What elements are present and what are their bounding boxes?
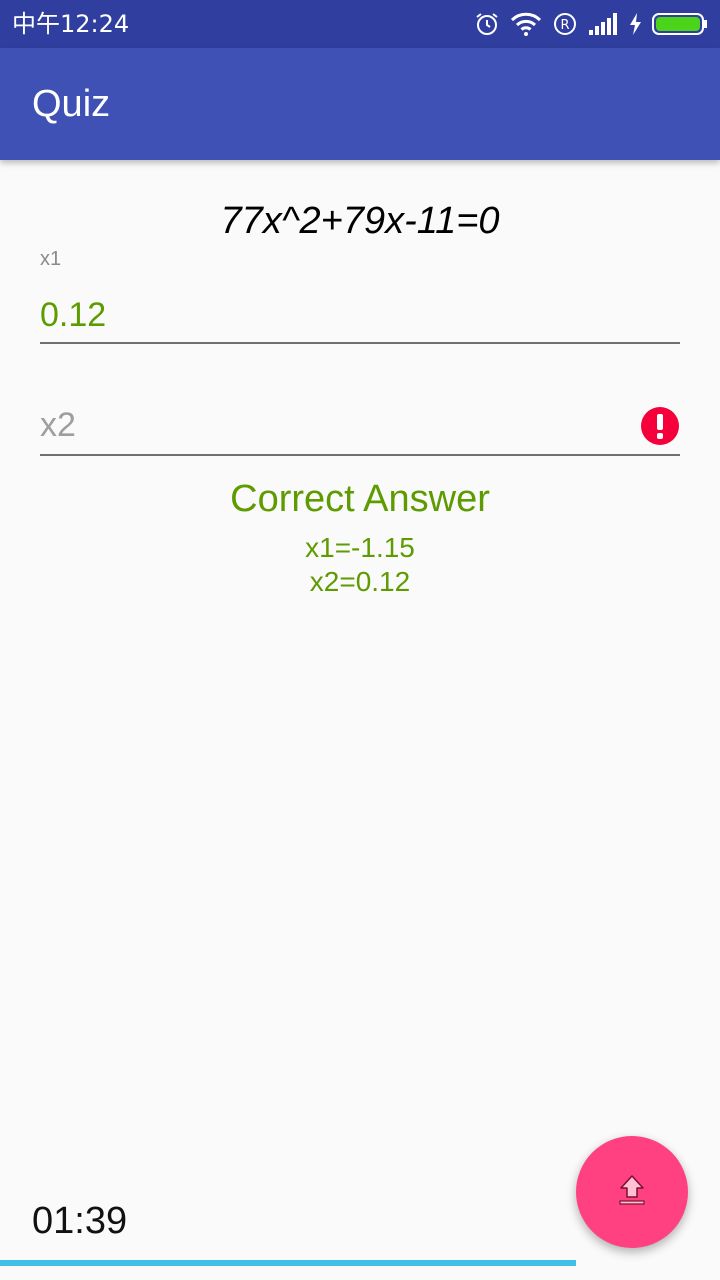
error-icon <box>640 406 680 446</box>
x1-input[interactable]: 0.12 <box>40 292 680 344</box>
correct-x1: x1=-1.15 <box>305 532 415 563</box>
wifi-icon <box>510 11 542 37</box>
x2-input-field[interactable] <box>40 402 680 456</box>
status-time: 中午12:24 <box>12 10 130 38</box>
x2-input[interactable] <box>40 402 620 448</box>
correct-x2: x2=0.12 <box>309 566 411 597</box>
progress-fill <box>0 1260 576 1266</box>
x1-label: x1 <box>40 248 62 270</box>
timer: 01:39 <box>32 1200 128 1242</box>
progress-bar <box>0 1260 720 1266</box>
status-icons: R <box>474 8 708 40</box>
charging-icon <box>628 12 642 36</box>
alarm-icon <box>474 11 500 37</box>
svg-text:R: R <box>560 18 569 33</box>
equation-text: 77x^2+79x-11=0 <box>220 200 500 242</box>
status-bar: 中午12:24 R <box>0 0 720 48</box>
correct-answer-title: Correct Answer <box>230 478 490 520</box>
registered-icon: R <box>552 11 578 37</box>
battery-icon <box>652 12 708 36</box>
app-title: Quiz <box>32 83 111 125</box>
signal-icon <box>588 12 618 36</box>
app-bar: Quiz <box>0 48 720 160</box>
upload-icon <box>612 1170 652 1214</box>
submit-fab-button[interactable] <box>576 1136 688 1248</box>
x1-value: 0.12 <box>40 296 107 334</box>
